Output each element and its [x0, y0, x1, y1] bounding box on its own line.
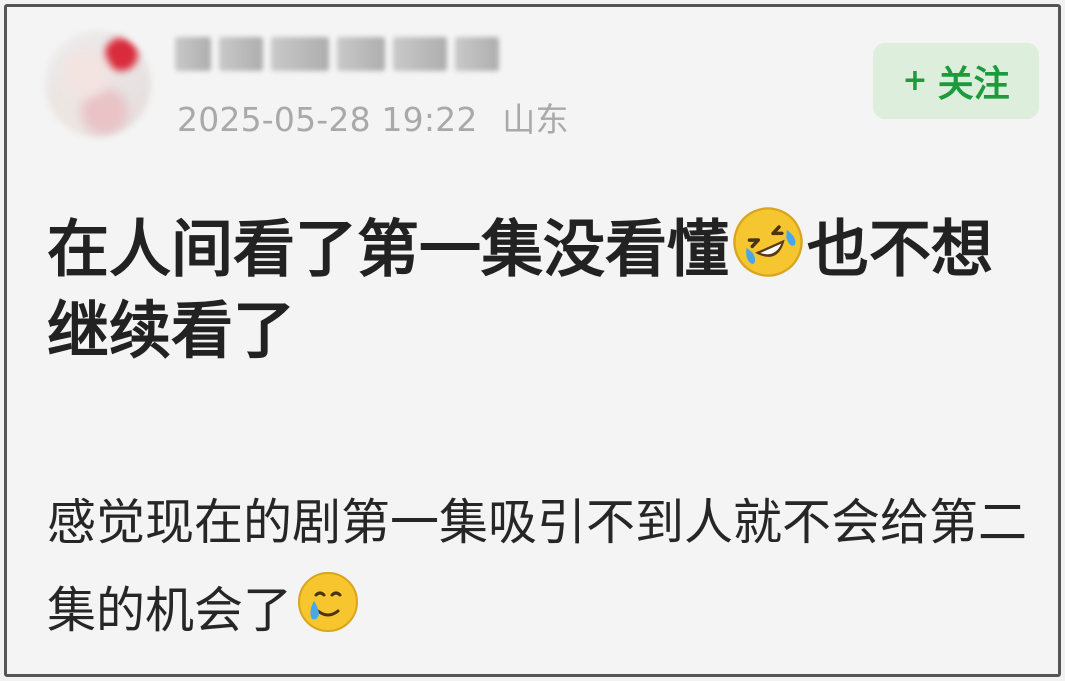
post-meta: 2025-05-28 19:22 山东 [177, 93, 569, 141]
smiling-face-with-tear-icon [296, 570, 360, 634]
laughing-emoji-icon [731, 205, 805, 279]
post-timestamp: 2025-05-28 19:22 [177, 100, 478, 139]
title-text-start: 在人间看了第一集没看懂 [47, 212, 730, 286]
follow-label: 关注 [937, 64, 1010, 105]
post-title: 在人间看了第一集没看懂 也不想继续看了 [47, 205, 1022, 372]
post-body: 感觉现在的剧第一集吸引不到人就不会给第二集的机会了 [47, 479, 1037, 655]
post-card: 2025-05-28 19:22 山东 + 关注 在人间看了第一集没看懂 也不想… [4, 4, 1061, 677]
follow-button[interactable]: + 关注 [873, 43, 1039, 119]
body-text: 感觉现在的剧第一集吸引不到人就不会给第二集的机会了 [47, 494, 1028, 639]
post-location: 山东 [502, 100, 569, 139]
avatar[interactable] [45, 31, 151, 137]
username-blurred[interactable] [175, 29, 499, 79]
plus-icon: + [902, 63, 928, 98]
